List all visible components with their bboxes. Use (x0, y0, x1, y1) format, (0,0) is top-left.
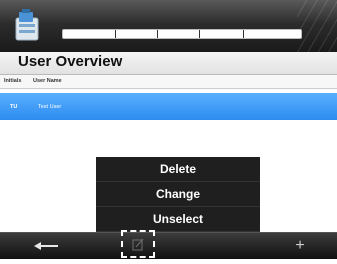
context-menu: Delete Change Unselect (96, 157, 260, 232)
menu-item-delete[interactable]: Delete (96, 157, 260, 182)
edit-icon (132, 238, 144, 251)
bottom-toolbar: + (0, 232, 337, 259)
top-header-bar (0, 0, 337, 52)
column-header-user-name[interactable]: User Name (33, 78, 62, 84)
edit-button[interactable] (121, 230, 155, 258)
progress-segment (199, 30, 200, 38)
progress-segment (157, 30, 158, 38)
row-user-name: Test User (38, 104, 62, 110)
menu-item-unselect[interactable]: Unselect (96, 207, 260, 232)
column-header-initials[interactable]: Initials (4, 78, 21, 84)
table-row[interactable]: TU Test User (0, 93, 337, 120)
progress-segment (243, 30, 244, 38)
progress-segment (115, 30, 116, 38)
menu-item-change[interactable]: Change (96, 182, 260, 207)
header-decoration (297, 0, 337, 52)
table-header: Initials User Name (0, 75, 337, 89)
app-logo-icon (15, 9, 39, 41)
row-initials: TU (10, 104, 18, 110)
add-button[interactable]: + (290, 233, 310, 259)
page-title: User Overview (18, 53, 123, 70)
back-button[interactable] (30, 233, 62, 259)
progress-indicator (62, 29, 302, 39)
back-arrow-icon (34, 242, 58, 250)
